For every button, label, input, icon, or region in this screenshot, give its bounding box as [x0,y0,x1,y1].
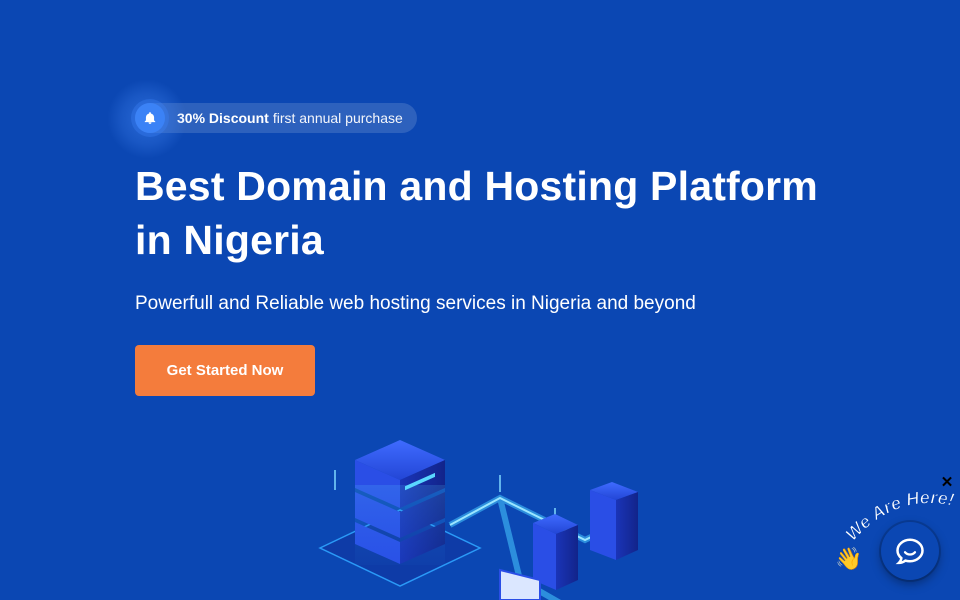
promo-discount: 30% Discount [177,110,269,126]
hero-subtitle: Powerfull and Reliable web hosting servi… [135,293,696,314]
title-line-2: in Nigeria [135,217,324,263]
chat-open-button[interactable] [881,522,939,580]
page-title: Best Domain and Hosting Platform in Nige… [135,159,855,267]
chat-close-button[interactable]: ✕ [939,475,955,491]
title-line-1: Best Domain and Hosting Platform [135,163,818,209]
hero-section: 30% Discount first annual purchase Best … [107,79,855,396]
promo-text: first annual purchase [272,110,403,126]
waving-hand-icon: 👋 [835,546,863,571]
chat-widget: We Are Here! 👋 [835,490,960,595]
promo-badge: 30% Discount first annual purchase [107,79,417,159]
server-illustration [318,440,638,600]
chat-bubble-icon [895,538,924,565]
bell-icon [135,103,165,133]
get-started-button[interactable]: Get Started Now [135,345,315,396]
